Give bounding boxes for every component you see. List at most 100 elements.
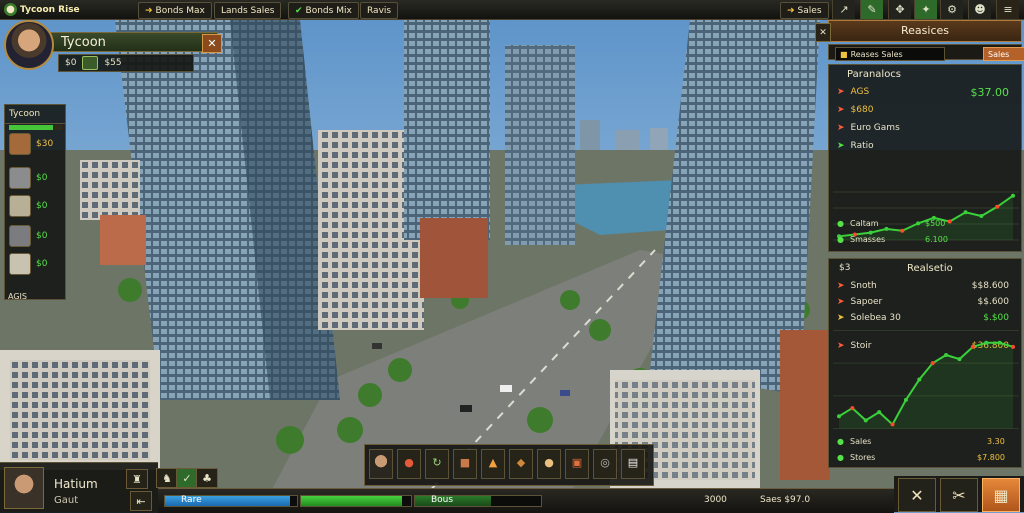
stats-panel: Paranalocs ➤ AGS $37.00 ➤ $680 ➤ Euro Ga… [828, 64, 1022, 252]
growth-button[interactable]: ✎ [860, 0, 883, 19]
build-button[interactable]: ♞ [156, 468, 178, 488]
resource-value: $0 [36, 259, 48, 269]
food-icon: ◆ [516, 456, 526, 469]
arrow-icon: ➤ [837, 297, 845, 307]
energy-bar: Rare [164, 495, 298, 507]
profile-name: Hatium [54, 477, 98, 491]
trend-button[interactable]: ↗ [832, 0, 855, 19]
chart-point [863, 418, 868, 423]
sales-tab[interactable]: Sales [983, 47, 1024, 61]
resource-header: Tycoon [5, 105, 65, 124]
leaf-icon: ✓ [182, 471, 192, 485]
tab-lands-sales[interactable]: Lands Sales [214, 2, 282, 19]
toolbar-slot-egg[interactable]: ● [537, 449, 561, 479]
market-chart [833, 330, 1019, 429]
chart-point [984, 340, 989, 345]
grow-button[interactable]: ✓ [176, 468, 198, 488]
chart-point [1011, 193, 1015, 198]
chart-point [944, 353, 949, 357]
right-subbar: ■ Reases Sales Sales [828, 44, 1024, 61]
avatar[interactable] [4, 467, 44, 509]
growth-icon: ✎ [867, 3, 877, 16]
menu-icon: ≡ [1003, 3, 1013, 16]
player-stat-b: $55 [104, 58, 122, 68]
coin-icon: ■ [840, 49, 848, 59]
profile-panel: Hatium Gaut ♜ ⇤ [0, 462, 158, 513]
right-panel-header: ✕ Reasices [815, 20, 1022, 42]
resource-value: $0 [36, 231, 48, 241]
tab-bonds-mix[interactable]: ✔ Bonds Mix [288, 2, 359, 19]
resource-value: $30 [36, 139, 54, 149]
chart-point [837, 414, 841, 419]
menu-button[interactable]: ≡ [996, 0, 1019, 19]
arrow-left-icon: ⇤ [136, 494, 146, 508]
fruit-icon: ● [404, 456, 414, 469]
resource-stone[interactable]: $0 [9, 193, 65, 219]
subbar-field[interactable]: ■ Reases Sales [835, 47, 945, 61]
build-toolbar: ● ↻ ■ ▲ ◆ ● ▣ ◎ ▤ [364, 444, 654, 486]
plant-button[interactable]: ♣ [196, 468, 218, 488]
toolbar-slot-rope[interactable]: ◎ [593, 449, 617, 479]
tools-button[interactable]: ✥ [888, 0, 911, 19]
card-icon: ▤ [627, 456, 639, 469]
resource-metal[interactable]: $0 [9, 165, 65, 191]
back-button[interactable]: ⇤ [130, 491, 152, 511]
resource-steel[interactable]: $0 [9, 223, 65, 249]
bonus-bar: Bous [414, 495, 542, 507]
chart-point [997, 340, 1002, 345]
worker-icon: ✦ [921, 3, 931, 16]
resource-wood[interactable]: $30 [9, 131, 65, 157]
stone-icon [9, 195, 31, 217]
close-icon: ✕ [819, 27, 827, 38]
stats-footer-row: ● Smasses 6.100 [837, 235, 948, 244]
hook-icon: ↻ [432, 456, 442, 469]
dot-icon: ● [837, 235, 844, 244]
toolbar-slot-box[interactable]: ▣ [565, 449, 589, 479]
player-stat-a: $0 [65, 58, 77, 68]
market-panel: $3 Realsetio ➤ Snoth $$8.600 ➤ Sapoer $$… [828, 258, 1022, 468]
profile-button[interactable]: ☻ [968, 0, 991, 19]
toolbar-slot-fruit[interactable]: ● [397, 449, 421, 479]
toolbar-slot-food[interactable]: ◆ [509, 449, 533, 479]
chart-point [1011, 344, 1015, 349]
chart-area [839, 342, 1013, 429]
stats-row: ➤ AGS $37.00 [837, 85, 1009, 99]
settings-button[interactable]: ⚙ [940, 0, 963, 19]
cancel-button[interactable]: ✕ [898, 478, 936, 512]
player-name: Tycoon [48, 32, 218, 52]
worker-button[interactable]: ✦ [914, 0, 937, 19]
tab-ravis[interactable]: Ravis [360, 2, 399, 19]
egg-icon: ● [544, 456, 554, 469]
arrow-icon: ➜ [787, 5, 795, 16]
stats-button[interactable]: ♜ [126, 469, 148, 489]
resource-value: $0 [36, 201, 48, 211]
close-icon: ✕ [910, 485, 924, 505]
bottom-status-bar: Rare Bous 3000 Saes $97.0 [158, 488, 894, 513]
toolbar-slot-avatar[interactable] [369, 449, 393, 479]
resource-value: $0 [36, 173, 48, 183]
chart-point [890, 422, 895, 427]
market-title: Realsetio [907, 263, 953, 274]
tree-icon: ♣ [202, 471, 212, 485]
sales-button[interactable]: ➜ Sales [780, 2, 829, 19]
chart-point [957, 357, 962, 362]
chart-point [970, 344, 975, 349]
toolbar-slot-crate[interactable]: ■ [453, 449, 477, 479]
toolbar-slot-torch[interactable]: ▲ [481, 449, 505, 479]
store-button[interactable]: ▦ [982, 478, 1020, 512]
trend-arrow-icon: ↗ [839, 3, 849, 16]
resource-concrete[interactable]: $0 [9, 251, 65, 277]
arrow-icon: ➤ [837, 105, 845, 115]
arrow-icon: ➤ [837, 281, 845, 291]
toolbar-slot-hook[interactable]: ↻ [425, 449, 449, 479]
resource-progress [9, 125, 63, 130]
avatar[interactable] [4, 20, 54, 70]
wrench-icon: ✂ [952, 485, 966, 505]
dot-icon: ● [837, 219, 844, 228]
close-button[interactable]: ✕ [202, 34, 222, 53]
bottom-value: 3000 [704, 495, 727, 505]
chart-point [903, 397, 908, 402]
tools-button[interactable]: ✂ [940, 478, 978, 512]
market-footer-row: ● Sales 3.30 [837, 437, 1005, 446]
toolbar-slot-card[interactable]: ▤ [621, 449, 645, 479]
